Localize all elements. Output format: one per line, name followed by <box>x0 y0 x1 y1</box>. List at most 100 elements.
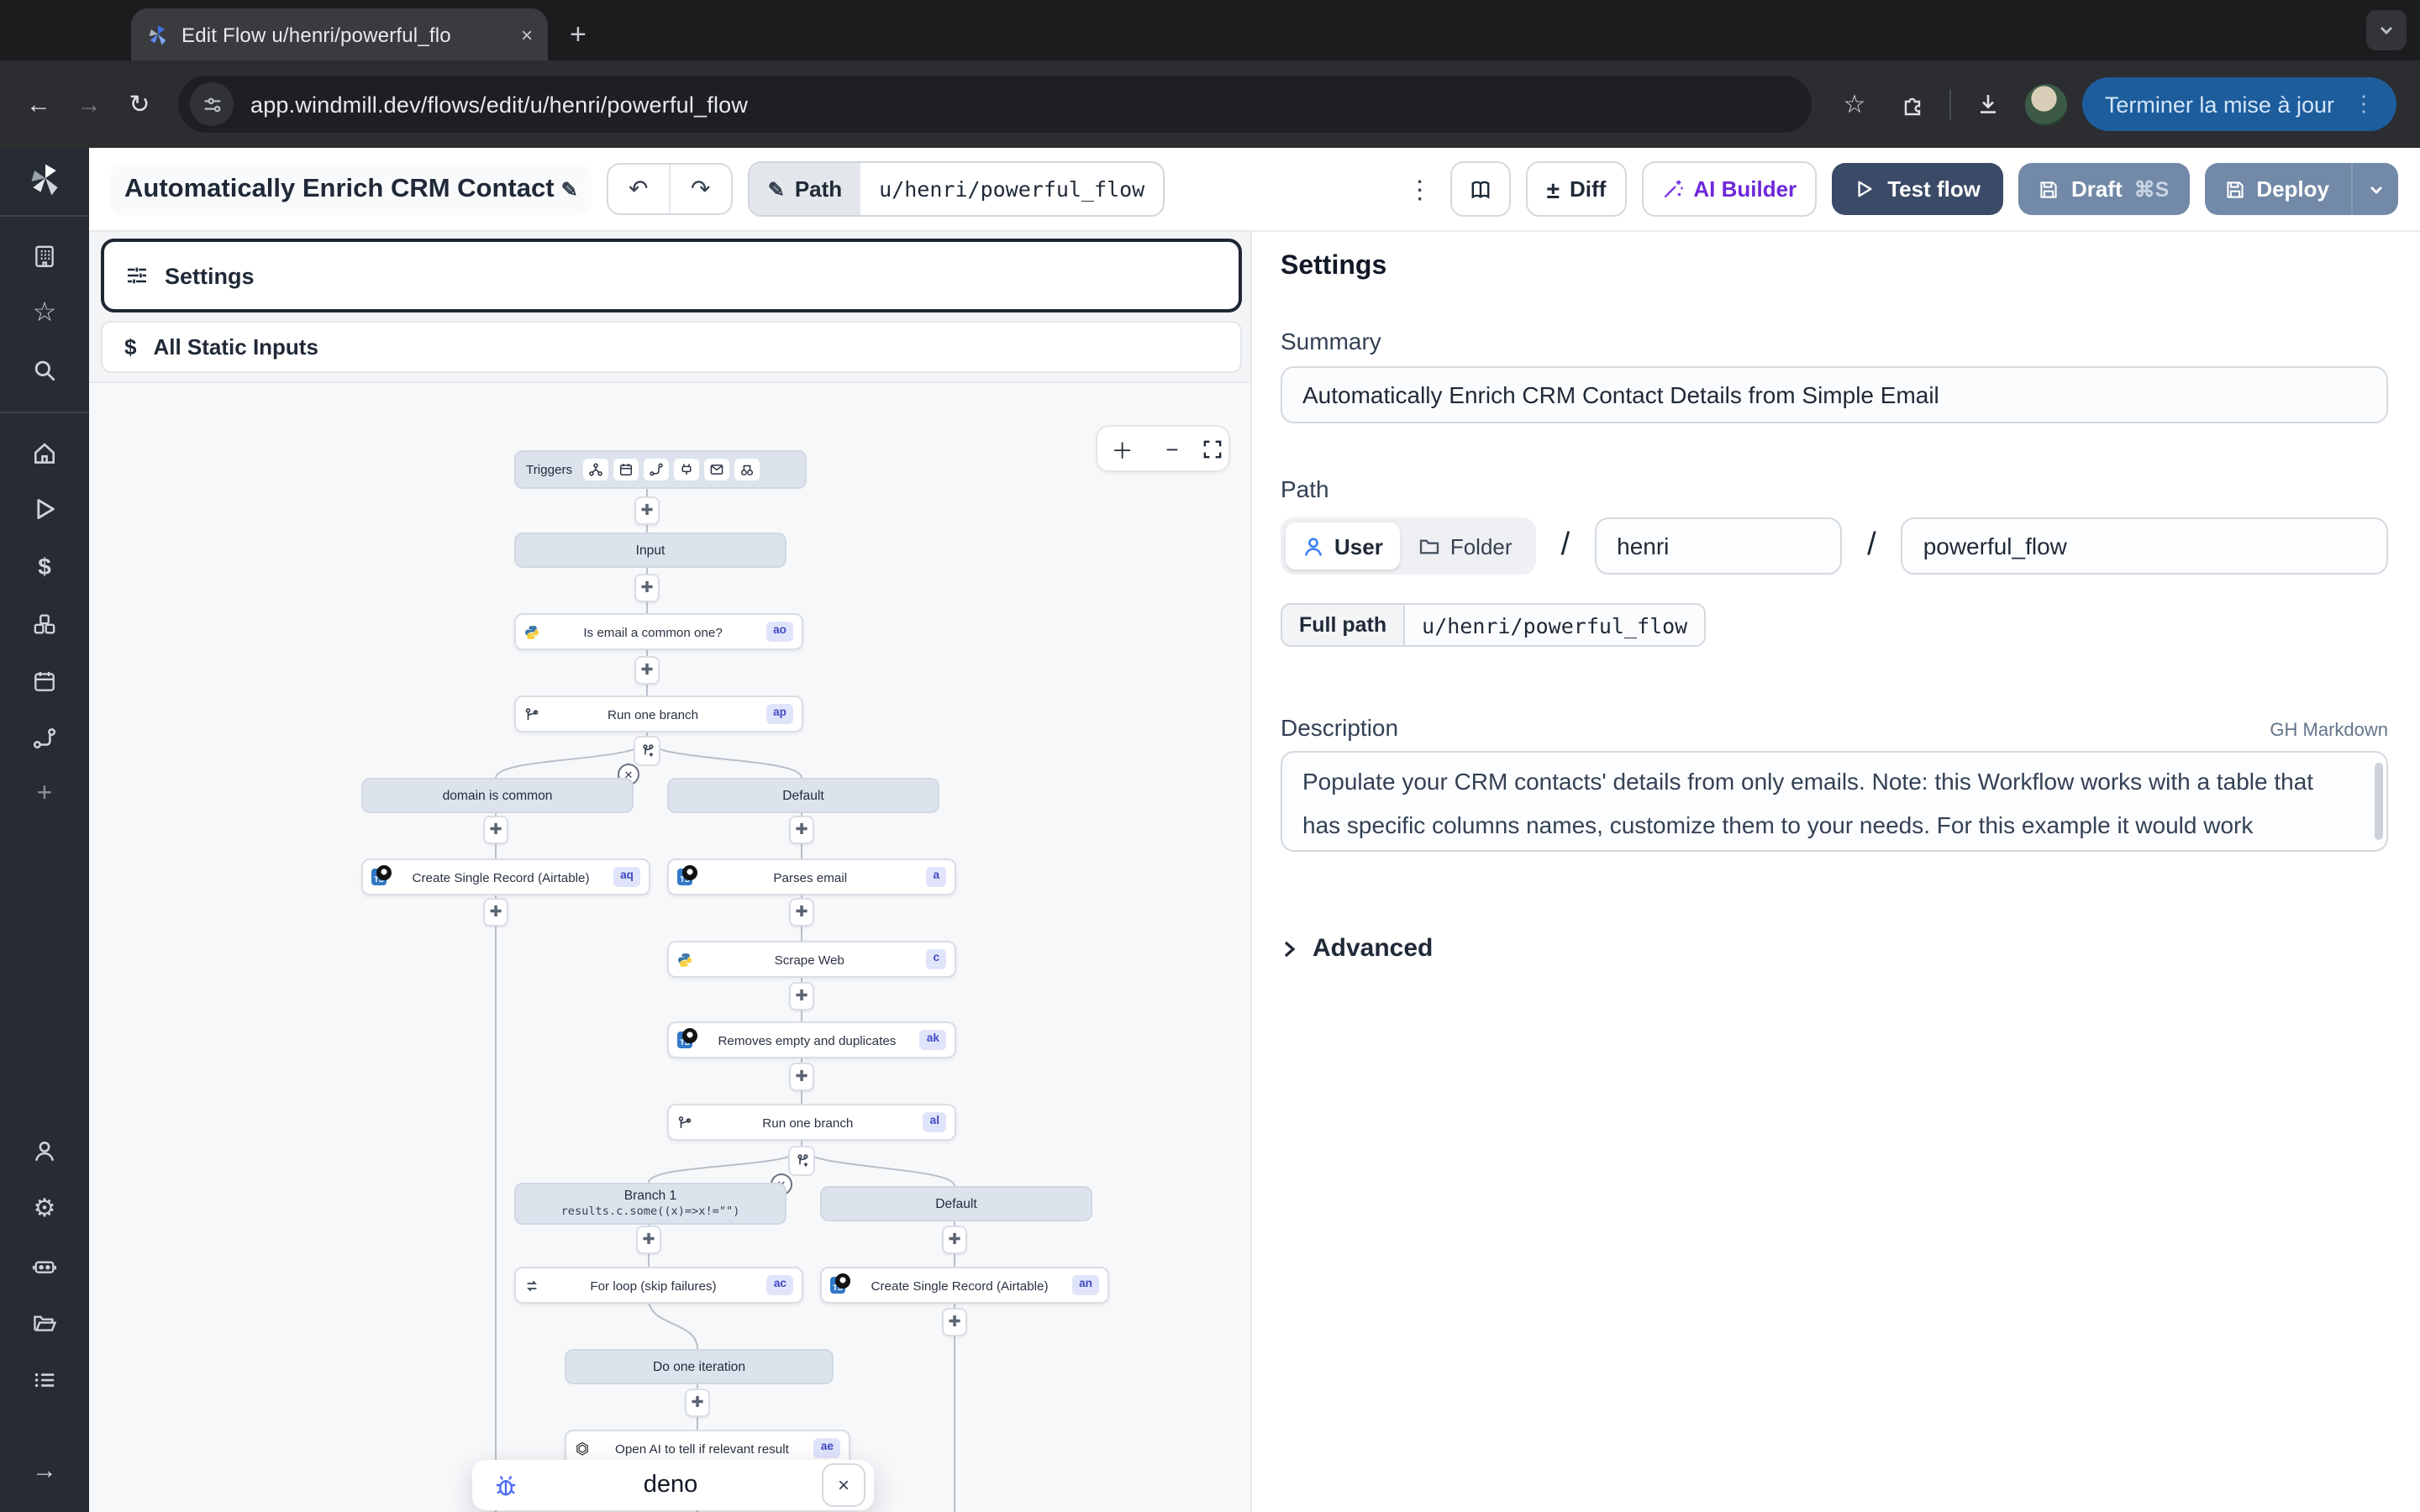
insert-step-button[interactable]: ✚ <box>634 496 660 525</box>
tab-close-icon[interactable]: × <box>521 24 533 45</box>
advanced-section-toggle[interactable]: Advanced <box>1281 934 2388 963</box>
path-owner-input[interactable] <box>1595 517 1842 575</box>
close-icon[interactable]: × <box>822 1463 865 1507</box>
insert-step-button[interactable]: ✚ <box>634 574 660 602</box>
browser-tab[interactable]: Edit Flow u/henri/powerful_flo × <box>131 8 548 60</box>
summary-input[interactable] <box>1281 366 2388 423</box>
node-id-badge: c <box>926 949 946 969</box>
email-trigger-icon[interactable] <box>703 459 729 480</box>
sidebar-item-variables[interactable]: $ <box>19 541 70 591</box>
sidebar-item-add[interactable]: + <box>19 769 70 820</box>
sidebar-item-audit-logs[interactable] <box>19 1354 70 1404</box>
profile-avatar[interactable] <box>2026 83 2068 125</box>
sidebar-item-home[interactable] <box>19 427 70 477</box>
sidebar-item-workers[interactable] <box>19 1240 70 1290</box>
step-node-run-one-branch[interactable]: Run one branch ap <box>514 696 803 732</box>
new-tab-button[interactable]: + <box>570 20 587 49</box>
sidebar-item-routes[interactable] <box>19 712 70 763</box>
zoom-out-button[interactable]: − <box>1154 436 1191 461</box>
textarea-scrollbar[interactable] <box>2375 763 2383 840</box>
step-node-create-single-record[interactable]: TS Create Single Record (Airtable) aq <box>361 858 650 895</box>
browser-menu-kebab-icon[interactable]: ⋮ <box>2353 91 2375 118</box>
sidebar-item-workspace[interactable] <box>19 230 70 281</box>
branch-header-default[interactable]: Default <box>667 778 939 813</box>
insert-step-button[interactable]: ✚ <box>789 1063 814 1091</box>
insert-step-button[interactable]: ✚ <box>483 898 508 927</box>
settings-card[interactable]: Settings <box>101 239 1242 312</box>
triggers-node[interactable]: Triggers <box>514 450 807 489</box>
branch-header-default-2[interactable]: Default <box>820 1186 1092 1221</box>
sidebar-item-settings[interactable]: ⚙ <box>19 1183 70 1233</box>
chrome-update-button[interactable]: Terminer la mise à jour ⋮ <box>2083 77 2396 131</box>
description-textarea[interactable]: Populate your CRM contacts' details from… <box>1281 751 2388 852</box>
do-one-iteration-node[interactable]: Do one iteration <box>565 1349 834 1384</box>
back-icon[interactable]: ← <box>17 82 60 126</box>
test-flow-button[interactable]: Test flow <box>1832 163 2004 215</box>
insert-step-button[interactable]: ✚ <box>789 982 814 1011</box>
step-node-is-email[interactable]: Is email a common one? ao <box>514 613 803 650</box>
sidebar-item-search[interactable] <box>19 344 70 395</box>
site-settings-icon[interactable] <box>190 82 234 126</box>
sidebar-item-user[interactable] <box>19 1126 70 1176</box>
sidebar-item-favorites[interactable]: ☆ <box>19 287 70 338</box>
websocket-trigger-icon[interactable] <box>673 459 698 480</box>
path-chip[interactable]: ✎ Path u/henri/powerful_flow <box>748 161 1165 217</box>
windmill-favicon <box>146 23 170 46</box>
sidebar-item-folders[interactable] <box>19 1297 70 1347</box>
insert-step-button[interactable]: ✚ <box>789 898 814 927</box>
extensions-icon[interactable] <box>1891 82 1935 126</box>
all-static-inputs-card[interactable]: $ All Static Inputs <box>101 321 1242 373</box>
insert-step-button[interactable]: ✚ <box>685 1389 710 1417</box>
url-bar[interactable]: app.windmill.dev/flows/edit/u/henri/powe… <box>178 76 1812 133</box>
insert-step-button[interactable]: ✚ <box>789 816 814 844</box>
add-branch-button[interactable] <box>788 1146 815 1176</box>
docs-button[interactable] <box>1451 161 1512 217</box>
path-row: User Folder / / <box>1281 517 2388 575</box>
zoom-in-button[interactable]: ＋ <box>1104 433 1141 465</box>
step-node-run-one-branch-2[interactable]: Run one branch al <box>667 1104 956 1141</box>
step-node-create-single-record-2[interactable]: TS Create Single Record (Airtable) an <box>820 1267 1109 1304</box>
tab-search-chevron-icon[interactable] <box>2366 10 2407 50</box>
user-toggle-option[interactable]: User <box>1286 522 1400 570</box>
step-node-for-loop[interactable]: For loop (skip failures) ac <box>514 1267 803 1304</box>
sidebar-item-schedules[interactable] <box>19 655 70 706</box>
branch-header-branch-1[interactable]: Branch 1 results.c.some((x)=>x!="") <box>514 1183 786 1225</box>
forward-icon[interactable]: → <box>67 82 111 126</box>
folder-toggle-option[interactable]: Folder <box>1400 533 1531 559</box>
webhook-trigger-icon[interactable] <box>582 459 608 480</box>
poll-trigger-icon[interactable] <box>734 459 759 480</box>
deploy-button[interactable]: Deploy <box>2204 163 2398 215</box>
route-trigger-icon[interactable] <box>643 459 668 480</box>
branch-header-domain-is-common[interactable]: domain is common <box>361 778 634 813</box>
ai-builder-button[interactable]: AI Builder <box>1641 161 1817 217</box>
bookmark-star-icon[interactable]: ☆ <box>1833 82 1876 126</box>
fit-view-button[interactable] <box>1203 439 1222 458</box>
insert-step-button[interactable]: ✚ <box>636 1226 661 1254</box>
more-options-kebab-icon[interactable]: ⋮ <box>1404 174 1436 204</box>
sidebar-item-resources[interactable] <box>19 598 70 648</box>
windmill-logo[interactable] <box>26 161 63 198</box>
insert-step-button[interactable]: ✚ <box>634 656 660 685</box>
undo-button[interactable]: ↶ <box>608 165 671 213</box>
flow-title[interactable]: Automatically Enrich CRM Contact ✎ <box>111 164 592 214</box>
path-name-input[interactable] <box>1902 517 2388 575</box>
sidebar-expand-arrow-icon[interactable]: → <box>19 1445 70 1495</box>
insert-step-button[interactable]: ✚ <box>942 1226 967 1254</box>
insert-step-button[interactable]: ✚ <box>942 1308 967 1336</box>
step-node-scrape-web[interactable]: Scrape Web c <box>667 941 956 978</box>
download-icon[interactable] <box>1967 82 2011 126</box>
step-node-removes-empty[interactable]: TS Removes empty and duplicates ak <box>667 1021 956 1058</box>
reload-icon[interactable]: ↻ <box>118 82 161 126</box>
schedule-trigger-icon[interactable] <box>613 459 638 480</box>
flow-graph-canvas[interactable]: ＋ − Triggers <box>89 381 1250 1512</box>
step-node-parses-email[interactable]: TS Parses email a <box>667 858 956 895</box>
node-label: Scrape Web <box>699 952 919 967</box>
insert-step-button[interactable]: ✚ <box>483 816 508 844</box>
draft-button[interactable]: Draft ⌘S <box>2019 163 2189 215</box>
diff-button[interactable]: ± Diff <box>1527 161 1627 217</box>
path-section-label: Path <box>1281 475 2388 502</box>
sidebar-item-runs[interactable] <box>19 484 70 534</box>
input-node[interactable]: Input <box>514 533 786 568</box>
redo-button[interactable]: ↷ <box>671 165 731 213</box>
add-branch-button[interactable] <box>634 736 660 766</box>
